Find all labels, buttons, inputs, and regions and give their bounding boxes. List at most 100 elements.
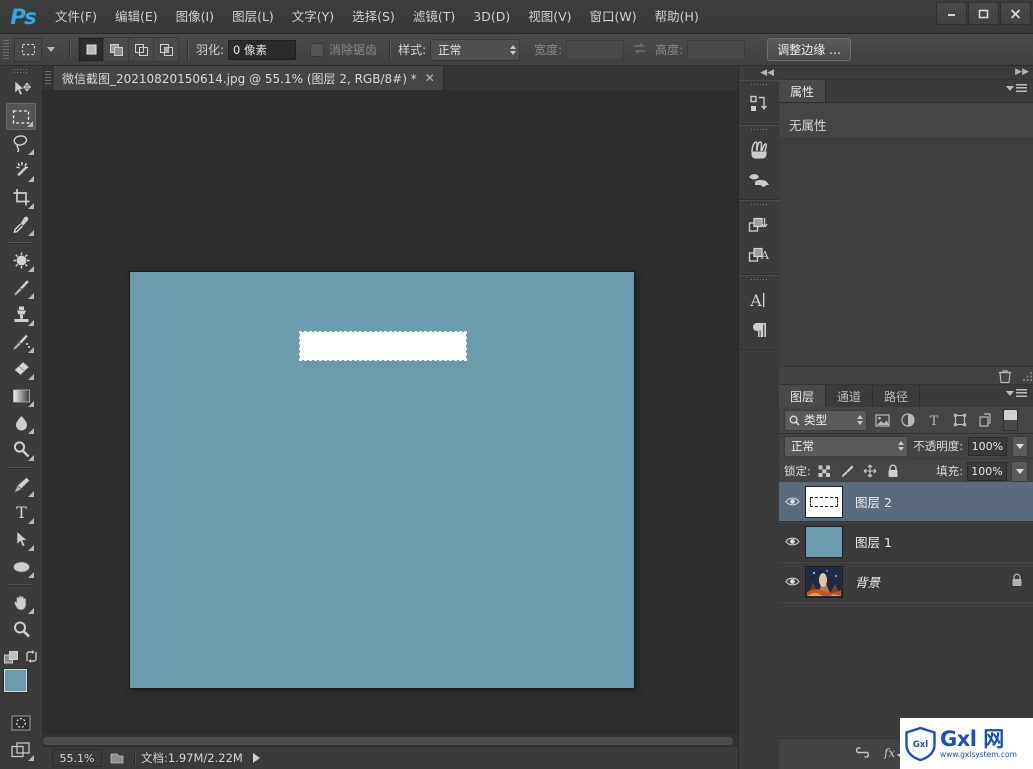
fill-value-field[interactable]: 100% — [967, 461, 1007, 481]
layer-thumbnail[interactable] — [805, 485, 843, 518]
layer-visibility-toggle[interactable] — [779, 522, 805, 561]
clone-stamp-tool[interactable] — [6, 301, 36, 328]
layer-visibility-toggle[interactable] — [779, 562, 805, 601]
tools-panel-grip[interactable] — [0, 66, 42, 76]
opacity-dropdown-arrow-icon[interactable] — [1011, 435, 1028, 457]
dock-group-grip[interactable] — [739, 276, 779, 284]
dock-group-grip[interactable] — [739, 126, 779, 134]
layer-style-fx-icon[interactable]: fx — [882, 746, 902, 762]
lock-image-pixels-icon[interactable] — [838, 462, 857, 481]
menu-type[interactable]: 文字(Y) — [283, 5, 343, 29]
foreground-color-swatch[interactable] — [4, 669, 27, 692]
screen-mode-button[interactable] — [6, 736, 36, 763]
dodge-tool[interactable] — [6, 436, 36, 463]
brush-tool[interactable] — [6, 274, 36, 301]
filter-smart-object-icon[interactable] — [975, 410, 997, 430]
close-icon[interactable]: ✕ — [425, 72, 435, 84]
layer-name[interactable]: 图层 2 — [855, 492, 892, 511]
feather-input[interactable]: 0 像素 — [228, 39, 297, 60]
status-proxy-icon[interactable] — [106, 750, 128, 766]
close-button[interactable] — [1000, 2, 1031, 25]
filter-toggle-switch[interactable] — [1003, 409, 1018, 431]
blend-mode-select[interactable]: 正常 — [784, 435, 909, 457]
width-input[interactable] — [566, 39, 625, 60]
swap-dimensions-icon[interactable] — [632, 42, 647, 58]
dock-collapse-icon[interactable]: ◀◀ — [739, 66, 779, 80]
type-tool[interactable]: T — [6, 499, 36, 526]
filter-shape-icon[interactable] — [949, 410, 971, 430]
opacity-value-field[interactable]: 100% — [968, 436, 1007, 456]
menu-window[interactable]: 窗口(W) — [581, 5, 646, 29]
menu-view[interactable]: 视图(V) — [519, 5, 580, 29]
character-styles-icon[interactable] — [744, 210, 774, 239]
tab-channels[interactable]: 通道 — [826, 385, 874, 407]
gradient-tool[interactable] — [6, 382, 36, 409]
style-select[interactable]: 正常 — [430, 38, 521, 61]
table-row[interactable]: 背景 — [779, 562, 1033, 602]
tool-preset-picker[interactable] — [14, 37, 42, 62]
link-layers-icon[interactable] — [854, 747, 871, 761]
refine-edge-button[interactable]: 调整边缘 … — [767, 38, 852, 61]
table-row[interactable]: 图层 2 — [779, 482, 1033, 522]
menu-select[interactable]: 选择(S) — [343, 5, 404, 29]
paragraph-styles-icon[interactable]: A — [744, 240, 774, 269]
antialias-checkbox[interactable] — [310, 42, 325, 57]
layer-name[interactable]: 图层 1 — [855, 532, 892, 551]
status-menu-arrow-icon[interactable] — [252, 753, 260, 763]
minimize-button[interactable] — [936, 2, 967, 25]
magic-wand-tool[interactable] — [6, 157, 36, 184]
lasso-tool[interactable] — [6, 130, 36, 157]
subtract-from-selection-button[interactable] — [128, 37, 153, 62]
brush-presets-icon[interactable] — [744, 135, 774, 164]
dock-group-grip[interactable] — [739, 201, 779, 209]
filter-kind-select[interactable]: 类型 — [784, 409, 867, 431]
path-selection-tool[interactable] — [6, 526, 36, 553]
layer-list[interactable]: 图层 2 图层 1 背景 — [779, 482, 1033, 739]
crop-tool[interactable] — [6, 184, 36, 211]
height-input[interactable] — [687, 39, 746, 60]
tool-preset-chevron-down-icon[interactable] — [47, 47, 55, 52]
filter-type-icon[interactable]: T — [923, 410, 945, 430]
clone-source-icon[interactable] — [744, 165, 774, 194]
tab-paths[interactable]: 路径 — [873, 385, 921, 407]
zoom-tool[interactable] — [6, 616, 36, 643]
menu-layer[interactable]: 图层(L) — [223, 5, 283, 29]
new-selection-button[interactable] — [78, 37, 103, 62]
tab-properties[interactable]: 属性 — [779, 80, 827, 102]
fill-dropdown-arrow-icon[interactable] — [1011, 460, 1028, 482]
tab-strip-grip[interactable] — [45, 71, 51, 85]
swap-colors-icon[interactable] — [25, 650, 38, 666]
layer-visibility-toggle[interactable] — [779, 482, 805, 521]
maximize-button[interactable] — [968, 2, 999, 25]
eraser-tool[interactable] — [6, 355, 36, 382]
rectangular-marquee-tool[interactable] — [6, 103, 36, 130]
move-tool[interactable] — [6, 76, 36, 103]
layers-panel-menu-button[interactable] — [1006, 389, 1027, 397]
paragraph-icon[interactable] — [744, 315, 774, 344]
menu-image[interactable]: 图像(I) — [167, 5, 223, 29]
menu-edit[interactable]: 编辑(E) — [106, 5, 167, 29]
menu-file[interactable]: 文件(F) — [46, 5, 106, 29]
quick-mask-mini-icon[interactable] — [4, 651, 20, 667]
spot-healing-brush-tool[interactable] — [6, 247, 36, 274]
intersect-selection-button[interactable] — [153, 37, 179, 62]
dock-group-grip[interactable] — [739, 81, 779, 89]
blur-tool[interactable] — [6, 409, 36, 436]
layer-thumbnail[interactable] — [805, 565, 843, 598]
canvas-viewport[interactable] — [42, 90, 738, 747]
layer-thumbnail[interactable] — [805, 525, 843, 558]
horizontal-scrollbar-thumb[interactable] — [43, 737, 733, 745]
eyedropper-tool[interactable] — [6, 211, 36, 238]
lock-all-icon[interactable] — [884, 462, 903, 481]
history-brush-tool[interactable] — [6, 328, 36, 355]
tab-layers[interactable]: 图层 — [779, 385, 827, 407]
filter-adjustment-icon[interactable] — [897, 410, 919, 430]
hand-tool[interactable] — [6, 589, 36, 616]
quick-mask-mode-button[interactable] — [6, 709, 36, 736]
ellipse-shape-tool[interactable] — [6, 553, 36, 580]
pen-tool[interactable] — [6, 472, 36, 499]
properties-panel-menu-button[interactable] — [1006, 84, 1027, 92]
add-to-selection-button[interactable] — [103, 37, 128, 62]
filter-pixel-icon[interactable] — [871, 410, 893, 430]
menu-filter[interactable]: 滤镜(T) — [404, 5, 464, 29]
